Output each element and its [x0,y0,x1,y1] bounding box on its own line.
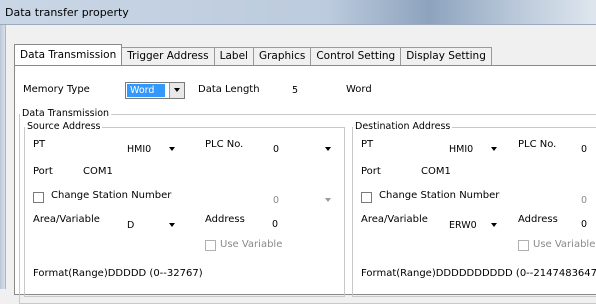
destination-plc-select[interactable]: 0 [578,141,596,158]
memory-type-label: Memory Type [23,84,90,95]
destination-station-value: 0 [581,195,588,206]
data-transmission-group-label: Data Transmission [20,108,112,119]
destination-address-group-label: Destination Address [353,121,453,132]
source-change-station-checkbox[interactable] [33,192,44,203]
tab-trigger-address[interactable]: Trigger Address [121,47,215,65]
source-format-text: Format(Range)DDDDD (0--32767) [33,268,203,279]
data-length-input[interactable]: 5 [289,82,339,99]
destination-plc-label: PLC No. [518,139,557,150]
window-title: Data transfer property [5,6,129,19]
source-change-station-label: Change Station Number [51,190,172,201]
destination-pt-value: HMI0 [449,144,474,155]
destination-port-label: Port [361,166,381,177]
destination-port-value: COM1 [421,166,451,177]
destination-station-select[interactable]: 0 [578,192,596,209]
title-bar: Data transfer property [0,0,596,25]
tab-display-setting[interactable]: Display Setting [400,47,492,65]
memory-type-dropdown-button[interactable] [169,83,184,98]
source-port-label: Port [33,166,53,177]
tab-label[interactable]: Label [213,47,254,65]
destination-change-station-checkbox[interactable] [361,192,372,203]
destination-address-input[interactable]: 0 [578,216,596,233]
source-address-input[interactable]: 0 [269,216,335,233]
source-station-value: 0 [273,195,280,206]
destination-use-variable-label: Use Variable [533,239,596,250]
destination-pt-select[interactable]: HMI0 [445,141,501,158]
source-plc-select[interactable]: 0 [269,141,335,158]
tab-panel-data-transmission: Memory Type Word Data Length 5 Word Data… [14,65,596,304]
source-plc-label: PLC No. [205,139,244,150]
source-address-label: Address [205,214,245,225]
source-address-value: 0 [272,219,279,230]
tab-data-transmission[interactable]: Data Transmission [14,44,123,65]
chevron-down-icon [174,88,180,92]
destination-address-label: Address [518,214,558,225]
destination-format-text: Format(Range)DDDDDDDDDD (0--2147483647 [361,268,596,279]
destination-area-label: Area/Variable [361,214,428,225]
data-length-value: 5 [292,85,299,96]
source-area-select[interactable]: D [123,217,179,234]
chevron-down-icon [325,198,331,202]
data-length-unit: Word [346,84,372,95]
source-pt-value: HMI0 [127,144,152,155]
chevron-down-icon [491,147,497,151]
tab-bar: Data Transmission Trigger Address Label … [14,44,492,65]
data-length-label: Data Length [198,84,260,95]
source-plc-value: 0 [273,144,280,155]
chevron-down-icon [325,147,331,151]
source-station-select[interactable]: 0 [269,192,335,209]
source-area-value: D [127,220,135,231]
destination-change-station-label: Change Station Number [379,190,500,201]
chevron-down-icon [491,223,497,227]
window-left-edge [0,25,6,289]
chevron-down-icon [169,147,175,151]
memory-type-value: Word [127,84,165,97]
source-port-value: COM1 [83,166,113,177]
destination-address-value: 0 [581,219,588,230]
source-use-variable-checkbox[interactable] [205,240,216,251]
tab-graphics[interactable]: Graphics [252,47,312,65]
destination-plc-value: 0 [581,144,588,155]
memory-type-select[interactable]: Word [125,82,185,99]
destination-area-select[interactable]: ERW0 [445,217,501,234]
source-pt-select[interactable]: HMI0 [123,141,179,158]
source-use-variable-label: Use Variable [220,239,283,250]
tab-control-setting[interactable]: Control Setting [310,47,402,65]
destination-pt-label: PT [361,139,374,150]
chevron-down-icon [169,223,175,227]
source-area-label: Area/Variable [33,214,100,225]
destination-area-value: ERW0 [449,220,477,231]
destination-use-variable-checkbox[interactable] [518,240,529,251]
source-pt-label: PT [33,139,46,150]
source-address-group-label: Source Address [25,121,103,132]
